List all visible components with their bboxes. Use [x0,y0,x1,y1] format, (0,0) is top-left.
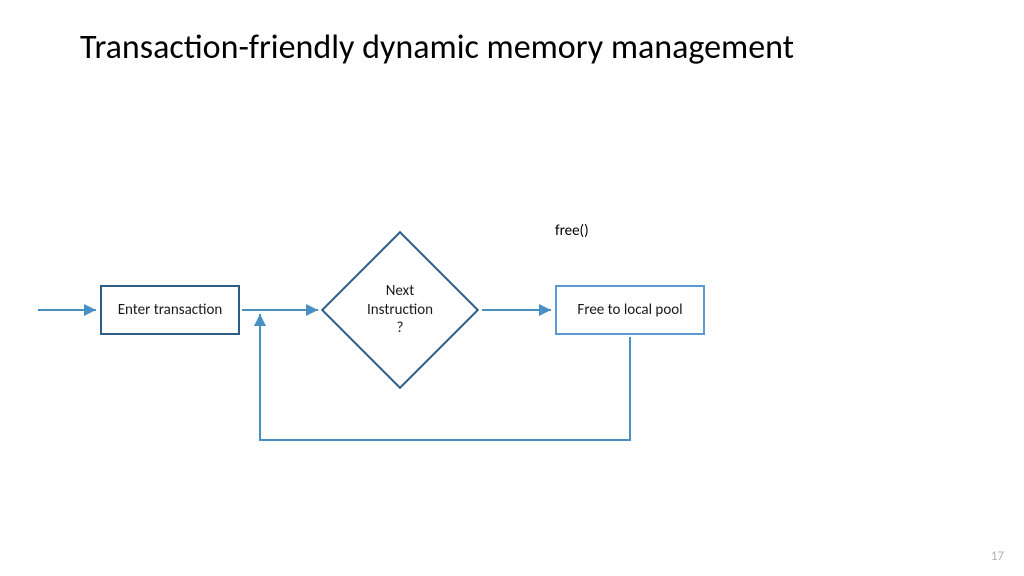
page-number: 17 [991,549,1004,564]
node-free-local-pool-label: Free to local pool [577,301,682,320]
node-decision-label: Next Instruction ? [367,282,433,338]
node-enter-transaction-label: Enter transaction [118,301,223,320]
node-free-local-pool: Free to local pool [555,285,705,335]
node-decision: Next Instruction ? [322,232,478,388]
flow-diagram: Enter transaction Next Instruction ? Fre… [0,0,1024,576]
decision-branch-label: free() [555,222,589,240]
node-enter-transaction: Enter transaction [100,285,240,335]
